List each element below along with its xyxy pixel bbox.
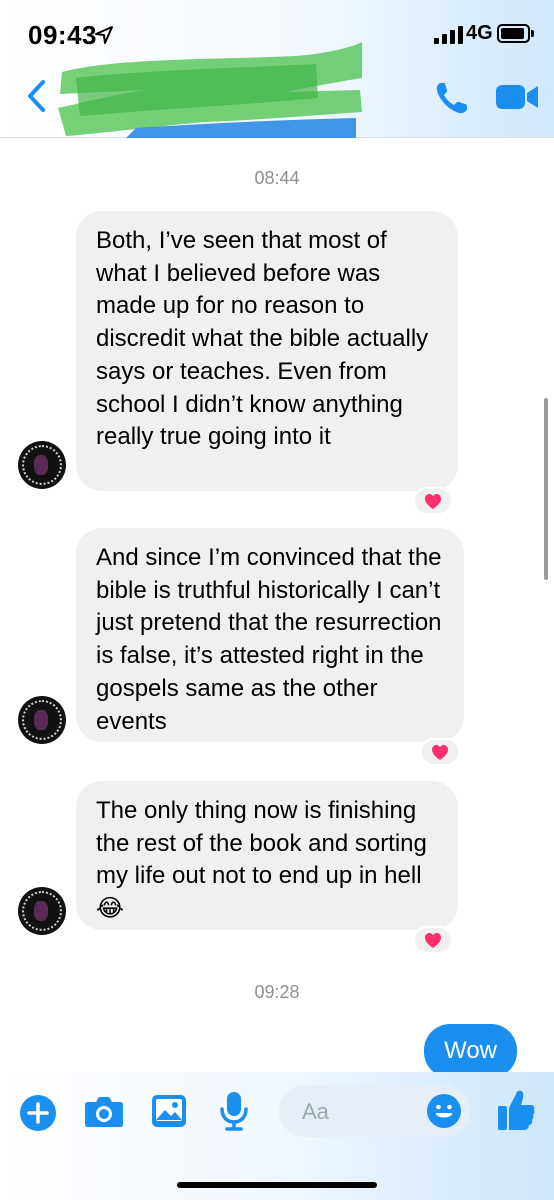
- plus-icon[interactable]: [19, 1094, 57, 1132]
- conversation-header: 09:43 4G: [0, 0, 554, 138]
- incoming-message-bubble[interactable]: The only thing now is finishing the rest…: [76, 781, 458, 930]
- microphone-icon[interactable]: [218, 1090, 250, 1132]
- thumbs-up-icon[interactable]: [496, 1088, 536, 1132]
- image-icon[interactable]: [150, 1093, 188, 1129]
- heart-icon: [425, 493, 441, 509]
- outgoing-message-bubble[interactable]: Wow: [424, 1024, 517, 1078]
- contact-avatar[interactable]: [18, 696, 66, 744]
- camera-icon[interactable]: [84, 1094, 124, 1128]
- emoji-icon[interactable]: [426, 1093, 462, 1129]
- heart-icon: [432, 744, 448, 760]
- network-type: 4G: [466, 22, 493, 44]
- message-timestamp: 08:44: [254, 168, 300, 188]
- contact-avatar[interactable]: [18, 887, 66, 935]
- battery-tip: [531, 30, 534, 37]
- composer-bar: [0, 1072, 554, 1200]
- video-camera-icon[interactable]: [494, 82, 540, 112]
- redacted-contact-name[interactable]: [56, 38, 366, 138]
- message-timestamp: 09:28: [254, 982, 300, 1002]
- heart-icon: [425, 932, 441, 948]
- back-chevron-icon[interactable]: [22, 78, 52, 114]
- contact-avatar[interactable]: [18, 441, 66, 489]
- incoming-message-bubble[interactable]: And since I’m convinced that the bible i…: [76, 528, 464, 742]
- heart-reaction[interactable]: [413, 926, 453, 954]
- heart-reaction[interactable]: [420, 738, 460, 766]
- incoming-message-bubble[interactable]: Both, I’ve seen that most of what I beli…: [76, 211, 458, 491]
- scrollbar[interactable]: [544, 398, 548, 580]
- signal-strength-icon: [434, 26, 464, 44]
- home-indicator: [177, 1182, 377, 1188]
- phone-icon[interactable]: [432, 80, 472, 116]
- battery-icon: [497, 24, 530, 43]
- message-input-placeholder: Aa: [302, 1099, 329, 1124]
- heart-reaction[interactable]: [413, 487, 453, 515]
